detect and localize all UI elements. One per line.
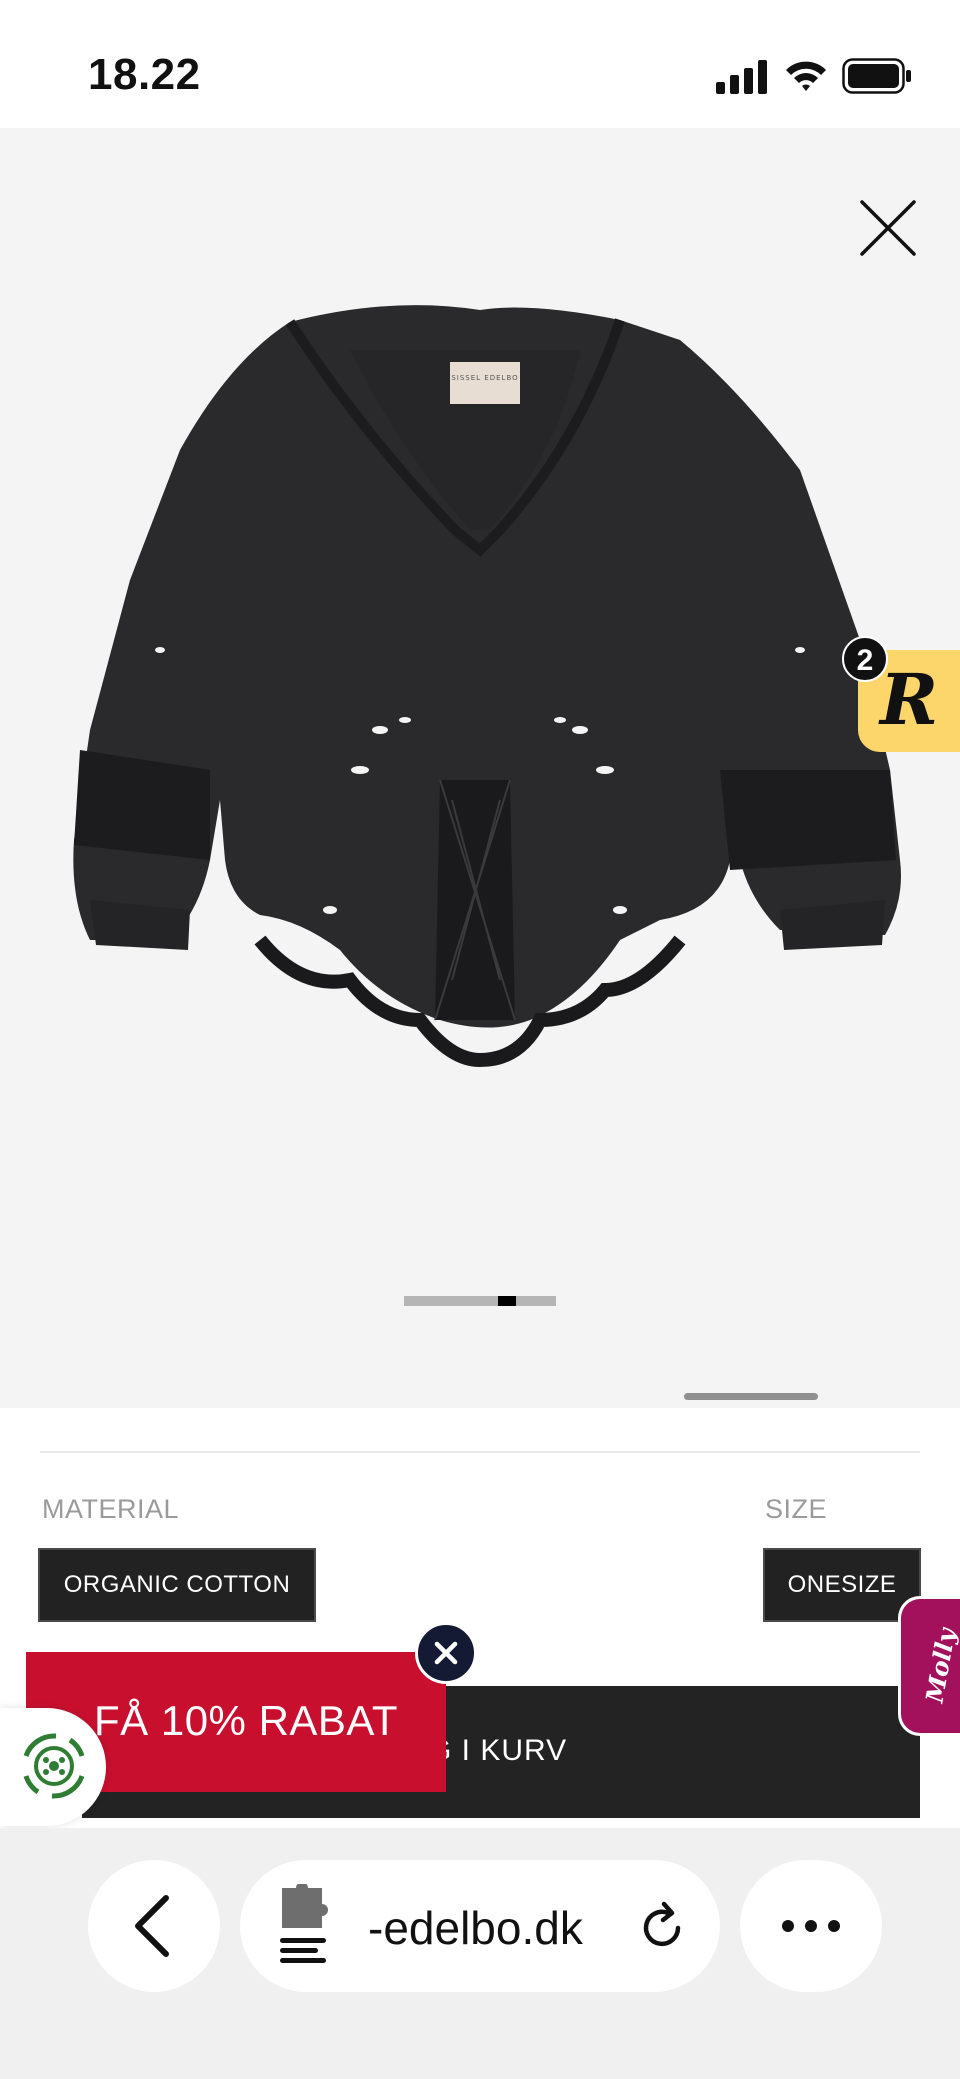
sheet-drag-handle[interactable] (684, 1393, 818, 1400)
recycle-icon (23, 1733, 85, 1799)
more-icon (782, 1920, 840, 1932)
material-option-button[interactable]: ORGANIC COTTON (38, 1548, 316, 1622)
puzzle-extension-icon[interactable] (276, 1884, 332, 1966)
review-count-badge: 2 (842, 636, 888, 682)
back-button[interactable] (88, 1860, 220, 1992)
battery-icon (842, 58, 911, 94)
size-label: SIZE (765, 1494, 828, 1524)
url-text[interactable]: -edelbo.dk (368, 1901, 583, 1955)
wifi-icon (786, 61, 826, 91)
size-option-button[interactable]: ONESIZE (763, 1548, 921, 1622)
close-icon[interactable] (856, 196, 920, 260)
divider (40, 1451, 920, 1453)
add-to-cart-label: G I KURV (428, 1734, 568, 1767)
molly-chat-tab[interactable]: Molly (898, 1596, 960, 1736)
promo-close-icon[interactable] (415, 1622, 477, 1684)
promo-text: FÅ 10% RABAT (94, 1697, 398, 1744)
garment-label-text: SISSEL EDELBO (451, 374, 518, 382)
review-badge-letter: R (880, 658, 939, 741)
chevron-left-icon (135, 1895, 169, 1957)
product-image-blouse: SISSEL EDELBO (73, 305, 902, 1068)
gallery-progress-indicator (498, 1296, 516, 1306)
status-bar: 18.22 (0, 0, 960, 128)
molly-label: Molly (919, 1626, 960, 1705)
gallery-progress-bar (404, 1296, 556, 1306)
material-label: MATERIAL (42, 1494, 180, 1524)
status-time: 18.22 (88, 50, 201, 99)
reload-icon[interactable] (634, 1900, 690, 1956)
cellular-signal-icon (716, 60, 767, 94)
more-button[interactable] (740, 1860, 882, 1992)
